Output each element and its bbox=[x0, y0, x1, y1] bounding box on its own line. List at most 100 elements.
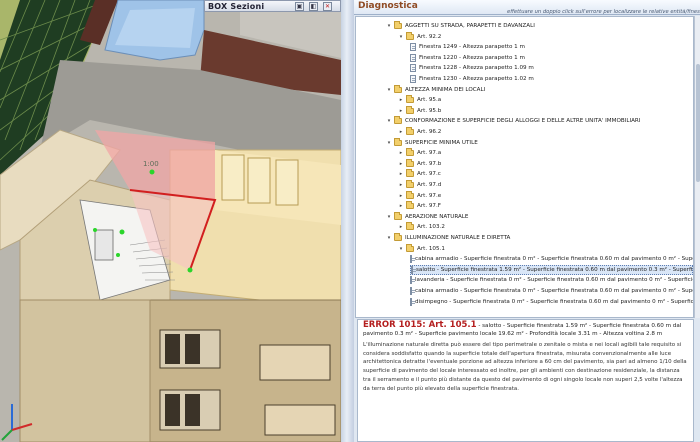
folder-icon bbox=[406, 201, 414, 210]
tree-error-item[interactable]: disimpegno - Superficie finestrata 0 m² … bbox=[410, 297, 693, 307]
document-icon bbox=[410, 255, 415, 264]
collapse-toggle-icon[interactable]: ▾ bbox=[386, 214, 392, 220]
tree-folder-item[interactable]: ▾ AERAZIONE NATURALE bbox=[386, 211, 693, 222]
document-icon bbox=[410, 297, 415, 306]
tree-item-label: AGGETTI SU STRADA, PARAPETTI E DAVANZALI bbox=[405, 23, 535, 29]
scrollbar-thumb[interactable] bbox=[696, 64, 700, 182]
tree-item-label: AERAZIONE NATURALE bbox=[405, 213, 469, 220]
expand-toggle-icon[interactable]: ▸ bbox=[398, 97, 404, 103]
folder-icon bbox=[406, 148, 414, 157]
folder-icon bbox=[406, 243, 414, 252]
tree-error-item[interactable]: Finestra 1228 - Altezza parapetto 1.09 m bbox=[410, 63, 693, 73]
folder-icon bbox=[406, 180, 414, 188]
tree-item-label: Finestra 1230 - Altezza parapetto 1.02 m bbox=[419, 76, 534, 82]
tree-item-label: ILLUMINAZIONE NATURALE E DIRETTA bbox=[405, 235, 511, 241]
3d-viewport[interactable]: 1:00 BOX Sezioni ▣ ◧ ✕ bbox=[0, 0, 341, 442]
expand-toggle-icon[interactable]: ▸ bbox=[398, 108, 404, 114]
tree-folder-item[interactable]: ▸ Art. 97.e bbox=[398, 190, 693, 201]
collapse-toggle-icon[interactable]: ▾ bbox=[398, 34, 404, 40]
folder-icon bbox=[394, 137, 402, 146]
app-window: 1:00 BOX Sezioni ▣ ◧ ✕ Diagnostica effet… bbox=[0, 0, 700, 442]
dimension-label: 1:00 bbox=[143, 160, 159, 168]
expand-toggle-icon[interactable]: ▸ bbox=[398, 193, 404, 199]
tree-item-label: Art. 97.c bbox=[417, 171, 441, 178]
tree-folder-item[interactable]: ▸ Art. 95.b bbox=[398, 105, 693, 116]
tree-folder-item[interactable]: ▸ Art. 97.F bbox=[398, 201, 693, 211]
document-icon bbox=[410, 64, 416, 73]
tree-folder-item[interactable]: ▾ ILLUMINAZIONE NATURALE E DIRETTA bbox=[386, 233, 693, 243]
error-detail-box: ERROR 1015: Art. 105.1 - salotto - Super… bbox=[357, 319, 694, 442]
error-summary-line: ERROR 1015: Art. 105.1 - salotto - Super… bbox=[363, 320, 688, 338]
expand-toggle-icon[interactable]: ▸ bbox=[398, 182, 404, 188]
folder-icon bbox=[406, 222, 414, 231]
tree-folder-item[interactable]: ▸ Art. 95.a bbox=[398, 95, 693, 105]
tree-folder-item[interactable]: ▾ Art. 105.1 bbox=[398, 243, 693, 254]
box-sezioni-title: BOX Sezioni bbox=[208, 1, 265, 11]
folder-icon bbox=[394, 233, 402, 241]
tree-item-label: Finestra 1228 - Altezza parapetto 1.09 m bbox=[419, 65, 534, 72]
document-icon bbox=[410, 43, 416, 52]
tree-error-item[interactable]: cabina armadio - Superficie finestrata 0… bbox=[410, 254, 693, 264]
tree-item-label: Art. 95.a bbox=[417, 97, 442, 104]
document-icon bbox=[411, 265, 416, 274]
section-icon[interactable]: ◧ bbox=[309, 2, 318, 11]
tree-folder-item[interactable]: ▸ Art. 97.b bbox=[398, 158, 693, 169]
expand-toggle-icon[interactable]: ▸ bbox=[398, 224, 404, 230]
tree-folder-item[interactable]: ▸ Art. 96.2 bbox=[398, 127, 693, 137]
box-sezioni-panel[interactable]: BOX Sezioni ▣ ◧ ✕ bbox=[204, 0, 341, 12]
tree-error-item[interactable]: Finestra 1220 - Altezza parapetto 1 m bbox=[410, 53, 693, 63]
diagnostics-tree[interactable]: ▾ AGGETTI SU STRADA, PARAPETTI E DAVANZAL… bbox=[355, 16, 694, 318]
expand-toggle-icon[interactable]: ▸ bbox=[398, 129, 404, 135]
tree-item-label: Art. 97.F bbox=[417, 203, 441, 210]
tree-scrollbar[interactable] bbox=[694, 16, 700, 318]
folder-icon bbox=[406, 127, 414, 135]
folder-icon bbox=[406, 95, 414, 104]
cube-icon[interactable]: ▣ bbox=[295, 2, 304, 11]
tree-folder-item[interactable]: ▸ Art. 103.2 bbox=[398, 222, 693, 232]
collapse-toggle-icon[interactable]: ▾ bbox=[398, 246, 404, 252]
tree-folder-item[interactable]: ▸ Art. 97.c bbox=[398, 169, 693, 179]
tree-item-label: salotto - Superficie finestrata 1.59 m² … bbox=[416, 266, 694, 273]
tree-error-item[interactable]: cabina armadio - Superficie finestrata 0… bbox=[410, 286, 693, 296]
tree-error-item[interactable]: Finestra 1230 - Altezza parapetto 1.02 m bbox=[410, 74, 693, 84]
tree-error-item[interactable]: lavanderia - Superficie finestrata 0 m² … bbox=[410, 275, 693, 285]
expand-toggle-icon[interactable]: ▸ bbox=[398, 150, 404, 156]
error-code: ERROR 1015: Art. 105.1 bbox=[363, 320, 477, 330]
building-model-render[interactable]: 1:00 bbox=[0, 0, 341, 442]
collapse-toggle-icon[interactable]: ▾ bbox=[386, 118, 392, 124]
expand-toggle-icon[interactable]: ▸ bbox=[398, 203, 404, 209]
collapse-toggle-icon[interactable]: ▾ bbox=[386, 23, 392, 29]
diagnostica-title: Diagnostica bbox=[358, 1, 418, 11]
folder-icon bbox=[394, 21, 402, 29]
tree-item-label: Art. 97.e bbox=[417, 192, 442, 199]
panel-splitter[interactable] bbox=[341, 0, 354, 442]
tree-item-label: Art. 97.b bbox=[417, 160, 442, 167]
collapse-toggle-icon[interactable]: ▾ bbox=[386, 87, 392, 93]
tree-item-label: CONFORMAZIONE E SUPERFICIE DEGLI ALLOGGI… bbox=[405, 118, 641, 125]
collapse-toggle-icon[interactable]: ▾ bbox=[386, 140, 392, 146]
tree-folder-item[interactable]: ▾ ALTEZZA MINIMA DEI LOCALI bbox=[386, 84, 693, 95]
tree-folder-item[interactable]: ▾ AGGETTI SU STRADA, PARAPETTI E DAVANZAL… bbox=[386, 21, 693, 31]
tree-folder-item[interactable]: ▾ Art. 92.2 bbox=[398, 31, 693, 42]
folder-icon bbox=[406, 31, 414, 40]
document-icon bbox=[410, 75, 416, 83]
left-facade bbox=[19, 299, 151, 442]
lower-window-3 bbox=[259, 344, 331, 381]
tree-folder-item[interactable]: ▸ Art. 97.d bbox=[398, 180, 693, 190]
tree-error-item[interactable]: Finestra 1249 - Altezza parapetto 1 m bbox=[410, 42, 693, 52]
tree-item-label: lavanderia - Superficie finestrata 0 m² … bbox=[415, 277, 694, 284]
tree-folder-item[interactable]: ▾ SUPERFICIE MINIMA UTILE bbox=[386, 137, 693, 148]
expand-toggle-icon[interactable]: ▸ bbox=[398, 161, 404, 167]
document-icon bbox=[410, 53, 416, 62]
folder-icon bbox=[394, 116, 402, 125]
close-icon[interactable]: ✕ bbox=[323, 2, 332, 11]
expand-toggle-icon[interactable]: ▸ bbox=[398, 171, 404, 177]
tree-folder-item[interactable]: ▸ Art. 97.a bbox=[398, 148, 693, 158]
collapse-toggle-icon[interactable]: ▾ bbox=[386, 235, 392, 241]
folder-icon bbox=[406, 158, 414, 167]
tree-error-item[interactable]: salotto - Superficie finestrata 1.59 m² … bbox=[410, 264, 694, 275]
tree-item-label: disimpegno - Superficie finestrata 0 m² … bbox=[415, 298, 694, 305]
tree-folder-item[interactable]: ▾ CONFORMAZIONE E SUPERFICIE DEGLI ALLOGG… bbox=[386, 116, 693, 126]
window-2 bbox=[247, 157, 271, 204]
tree-item-label: Art. 95.b bbox=[417, 107, 442, 114]
